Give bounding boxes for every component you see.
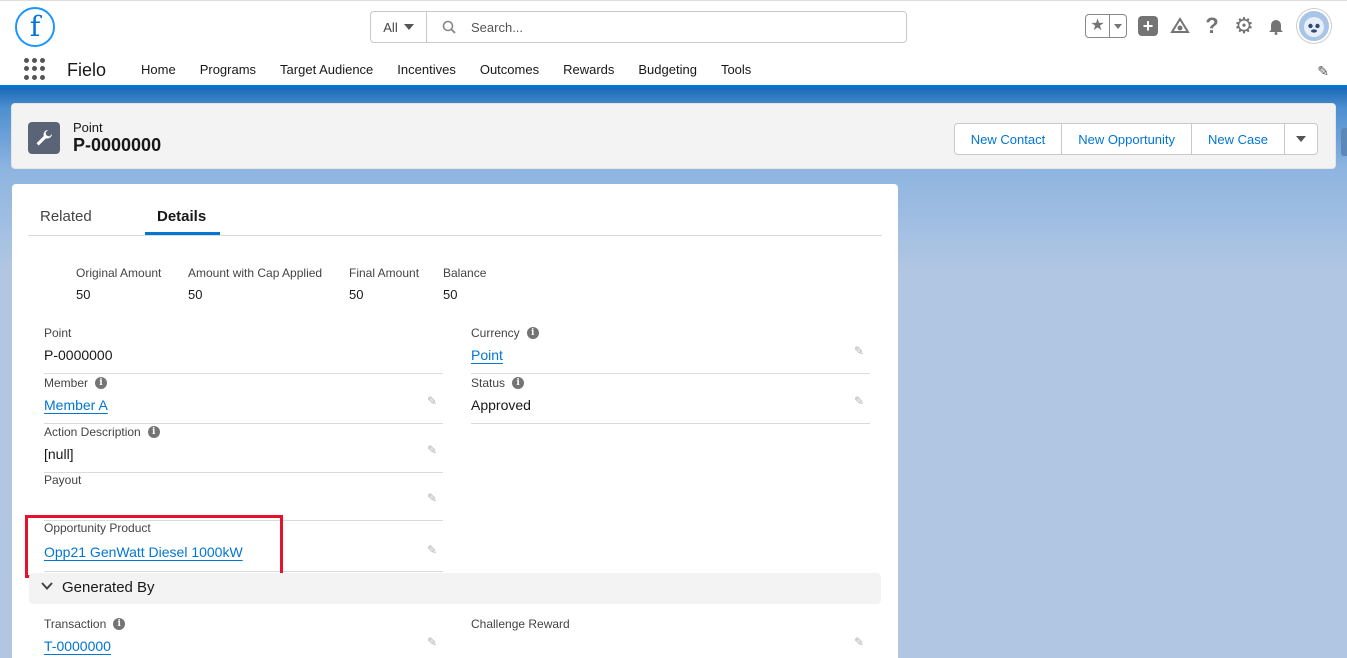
app-name: Fielo bbox=[67, 60, 107, 80]
field-label: Payout bbox=[44, 473, 82, 487]
setup-gear-icon[interactable]: ⚙ bbox=[1233, 13, 1255, 38]
section-generated-by[interactable]: Generated By bbox=[29, 573, 881, 604]
favorites-button[interactable]: ★ bbox=[1085, 14, 1127, 38]
field-label: Action Description i bbox=[44, 425, 160, 439]
global-header: f All ★ + ? ⚙ bbox=[0, 0, 1347, 54]
new-case-button[interactable]: New Case bbox=[1192, 124, 1285, 154]
edit-pencil-icon[interactable]: ✎ bbox=[854, 394, 864, 408]
highlight-value-balance: 50 bbox=[443, 287, 458, 302]
more-actions-button[interactable] bbox=[1285, 124, 1317, 154]
fielo-logo[interactable]: f bbox=[15, 7, 55, 47]
field-transaction: Transaction i T-0000000 ✎ bbox=[44, 615, 443, 658]
field-label: Status i bbox=[471, 376, 525, 390]
edit-pencil-icon[interactable]: ✎ bbox=[427, 394, 437, 408]
nav-item-tools[interactable]: Tools bbox=[709, 62, 763, 77]
field-label: Transaction i bbox=[44, 617, 126, 631]
header-icons: ★ + ? ⚙ bbox=[1085, 9, 1331, 43]
edit-pencil-icon[interactable]: ✎ bbox=[854, 344, 864, 358]
info-icon[interactable]: i bbox=[512, 377, 525, 389]
field-label: Currency i bbox=[471, 326, 539, 340]
nav-items: Home Programs Target Audience Incentives… bbox=[129, 54, 763, 85]
field-member: Member i Member A ✎ bbox=[44, 374, 443, 424]
record-detail-card: Related Details Original Amount 50 Amoun… bbox=[12, 184, 898, 658]
tab-details[interactable]: Details bbox=[157, 208, 206, 225]
info-icon[interactable]: i bbox=[526, 327, 539, 339]
section-title: Generated By bbox=[62, 579, 155, 596]
field-label: Point bbox=[44, 326, 72, 340]
tab-related[interactable]: Related bbox=[40, 208, 92, 225]
edit-nav-pencil-icon[interactable]: ✎ bbox=[1317, 63, 1329, 80]
record-title: P-0000000 bbox=[73, 135, 162, 155]
edit-pencil-icon[interactable]: ✎ bbox=[427, 491, 437, 505]
field-challenge-reward: Challenge Reward ✎ bbox=[471, 615, 870, 658]
app-launcher-icon[interactable] bbox=[24, 58, 46, 80]
highlight-value-amount-with-cap: 50 bbox=[188, 287, 203, 302]
highlight-label-final-amount: Final Amount bbox=[349, 266, 420, 280]
new-opportunity-button[interactable]: New Opportunity bbox=[1062, 124, 1193, 154]
nav-item-budgeting[interactable]: Budgeting bbox=[626, 62, 709, 77]
field-payout: Payout ✎ bbox=[44, 471, 443, 521]
global-search: All bbox=[370, 11, 907, 43]
nav-item-outcomes[interactable]: Outcomes bbox=[468, 62, 551, 77]
active-tab-indicator bbox=[145, 232, 220, 235]
highlight-value-original-amount: 50 bbox=[76, 287, 91, 302]
field-point: Point P-0000000 bbox=[44, 324, 443, 374]
edit-pencil-icon[interactable]: ✎ bbox=[427, 635, 437, 649]
edit-pencil-icon[interactable]: ✎ bbox=[427, 543, 437, 557]
field-label: Member i bbox=[44, 376, 108, 390]
favorites-star-icon[interactable]: ★ bbox=[1086, 15, 1110, 37]
record-object-type: Point bbox=[73, 120, 103, 135]
new-contact-button[interactable]: New Contact bbox=[954, 124, 1063, 154]
field-value-action-description: [null] bbox=[44, 446, 74, 462]
search-scope-label: All bbox=[383, 19, 398, 35]
chevron-down-icon bbox=[41, 579, 53, 595]
nav-item-programs[interactable]: Programs bbox=[188, 62, 268, 77]
member-link[interactable]: Member A bbox=[44, 397, 108, 413]
field-value-point: P-0000000 bbox=[44, 347, 113, 363]
info-icon[interactable]: i bbox=[95, 377, 108, 389]
nav-item-target-audience[interactable]: Target Audience bbox=[268, 62, 385, 77]
record-action-buttons: New Contact New Opportunity New Case bbox=[953, 123, 1318, 155]
search-icon bbox=[427, 20, 471, 34]
edit-pencil-icon[interactable]: ✎ bbox=[854, 635, 864, 649]
record-tabs: Related Details bbox=[28, 184, 882, 236]
help-icon[interactable]: ? bbox=[1201, 13, 1223, 38]
wrench-icon bbox=[28, 122, 60, 154]
chevron-down-icon bbox=[1296, 136, 1306, 142]
highlight-label-balance: Balance bbox=[443, 266, 487, 280]
field-status: Status i Approved ✎ bbox=[471, 374, 870, 424]
highlight-label-original-amount: Original Amount bbox=[76, 266, 162, 280]
info-icon[interactable]: i bbox=[113, 618, 126, 630]
nav-item-incentives[interactable]: Incentives bbox=[385, 62, 468, 77]
highlight-box bbox=[25, 515, 283, 578]
highlight-value-final-amount: 50 bbox=[349, 287, 364, 302]
edit-pencil-icon[interactable]: ✎ bbox=[427, 443, 437, 457]
user-avatar[interactable] bbox=[1297, 9, 1331, 43]
transaction-link[interactable]: T-0000000 bbox=[44, 638, 111, 654]
chevron-down-icon bbox=[403, 24, 414, 30]
info-icon[interactable]: i bbox=[147, 426, 160, 438]
nav-item-home[interactable]: Home bbox=[129, 62, 188, 77]
highlight-label-amount-with-cap: Amount with Cap Applied bbox=[188, 266, 323, 280]
nav-item-rewards[interactable]: Rewards bbox=[551, 62, 626, 77]
favorites-list-button[interactable] bbox=[1110, 23, 1126, 29]
chevron-down-icon bbox=[1114, 23, 1122, 29]
field-currency: Currency i Point ✎ bbox=[471, 324, 870, 374]
utility-panel-handle[interactable] bbox=[1341, 128, 1347, 156]
logo-letter: f bbox=[29, 10, 41, 43]
record-header: Point P-0000000 New Contact New Opportun… bbox=[11, 103, 1336, 169]
trailhead-icon[interactable] bbox=[1169, 15, 1191, 37]
app-navigation: Fielo Home Programs Target Audience Ince… bbox=[0, 54, 1347, 88]
add-icon[interactable]: + bbox=[1137, 15, 1159, 37]
field-value-status: Approved bbox=[471, 397, 531, 413]
search-scope-dropdown[interactable]: All bbox=[371, 12, 427, 42]
currency-link[interactable]: Point bbox=[471, 347, 503, 363]
field-label: Challenge Reward bbox=[471, 617, 570, 631]
search-input[interactable] bbox=[471, 19, 906, 35]
notifications-bell-icon[interactable] bbox=[1265, 15, 1287, 37]
field-action-description: Action Description i [null] ✎ bbox=[44, 423, 443, 473]
